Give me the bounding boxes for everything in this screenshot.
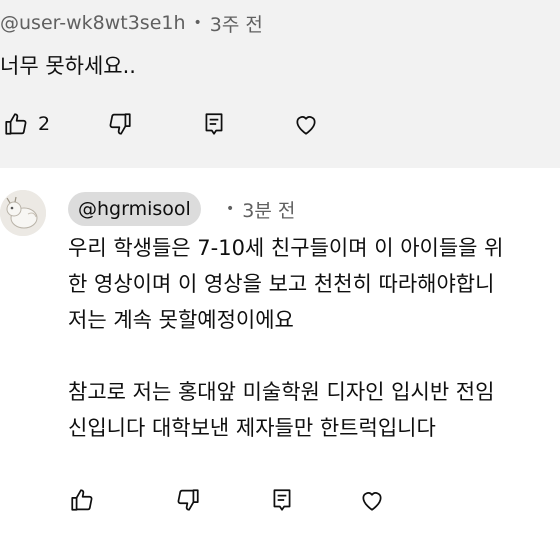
reply-actions [66, 484, 98, 516]
reply-text: 우리 학생들은 7-10세 친구들이며 이 아이들을 위 한 영상이며 이 영상… [68, 230, 560, 446]
reply-text-line: 저는 계속 못할예정이에요 [68, 308, 294, 332]
heart-icon [362, 492, 382, 511]
reply-button[interactable] [266, 484, 298, 516]
avatar-image [0, 190, 46, 236]
reply-author-handle: @hgrmisool [78, 198, 191, 220]
dislike-wrapper [104, 108, 136, 140]
reply-author-chip[interactable]: @hgrmisool [68, 192, 201, 226]
reply-timestamp[interactable]: 3분 전 [242, 196, 295, 223]
heart-button[interactable] [356, 484, 388, 516]
heart-button[interactable] [290, 108, 322, 140]
like-button[interactable] [0, 108, 32, 140]
highlighted-comment: @user-wk8wt3se1h • 3주 전 너무 못하세요.. 2 [0, 0, 560, 168]
like-count: 2 [38, 113, 51, 135]
reply-text-line: 참고로 저는 홍대앞 미술학원 디자인 입시반 전임 [68, 380, 495, 404]
meta-separator: • [193, 15, 202, 31]
comment-meta: @user-wk8wt3se1h • 3주 전 [0, 10, 263, 36]
avatar[interactable] [0, 190, 46, 236]
reply-text-line: 신입니다 대학보낸 제자들만 한트럭입니다 [68, 416, 436, 440]
reply-wrapper [198, 108, 230, 140]
thumbs-down-icon [109, 113, 131, 135]
thumbs-up-icon [71, 489, 93, 511]
heart-icon [296, 116, 316, 135]
reply-dislike-wrapper [172, 484, 204, 516]
reply-comment-icon [273, 489, 291, 511]
reply-meta: • 3분 전 [226, 196, 295, 222]
meta-separator: • [226, 201, 235, 217]
like-button[interactable] [66, 484, 98, 516]
heart-wrapper [290, 108, 322, 140]
reply-text-line: 우리 학생들은 7-10세 친구들이며 이 아이들을 위 [68, 236, 504, 260]
comment-actions: 2 [0, 108, 50, 140]
comment-timestamp[interactable]: 3주 전 [210, 10, 263, 37]
comment-text: 너무 못하세요.. [0, 54, 136, 78]
dislike-button[interactable] [172, 484, 204, 516]
reply-reply-wrapper [266, 484, 298, 516]
reply-text-line [68, 338, 560, 374]
reply-button[interactable] [198, 108, 230, 140]
thumbs-up-icon [5, 113, 27, 135]
thumbs-down-icon [177, 489, 199, 511]
reply-heart-wrapper [356, 484, 388, 516]
reply-text-line: 한 영상이며 이 영상을 보고 천천히 따라해야합니 [68, 272, 495, 296]
comment-author-handle[interactable]: @user-wk8wt3se1h [0, 12, 186, 34]
reply-comment-icon [205, 113, 223, 135]
dislike-button[interactable] [104, 108, 136, 140]
